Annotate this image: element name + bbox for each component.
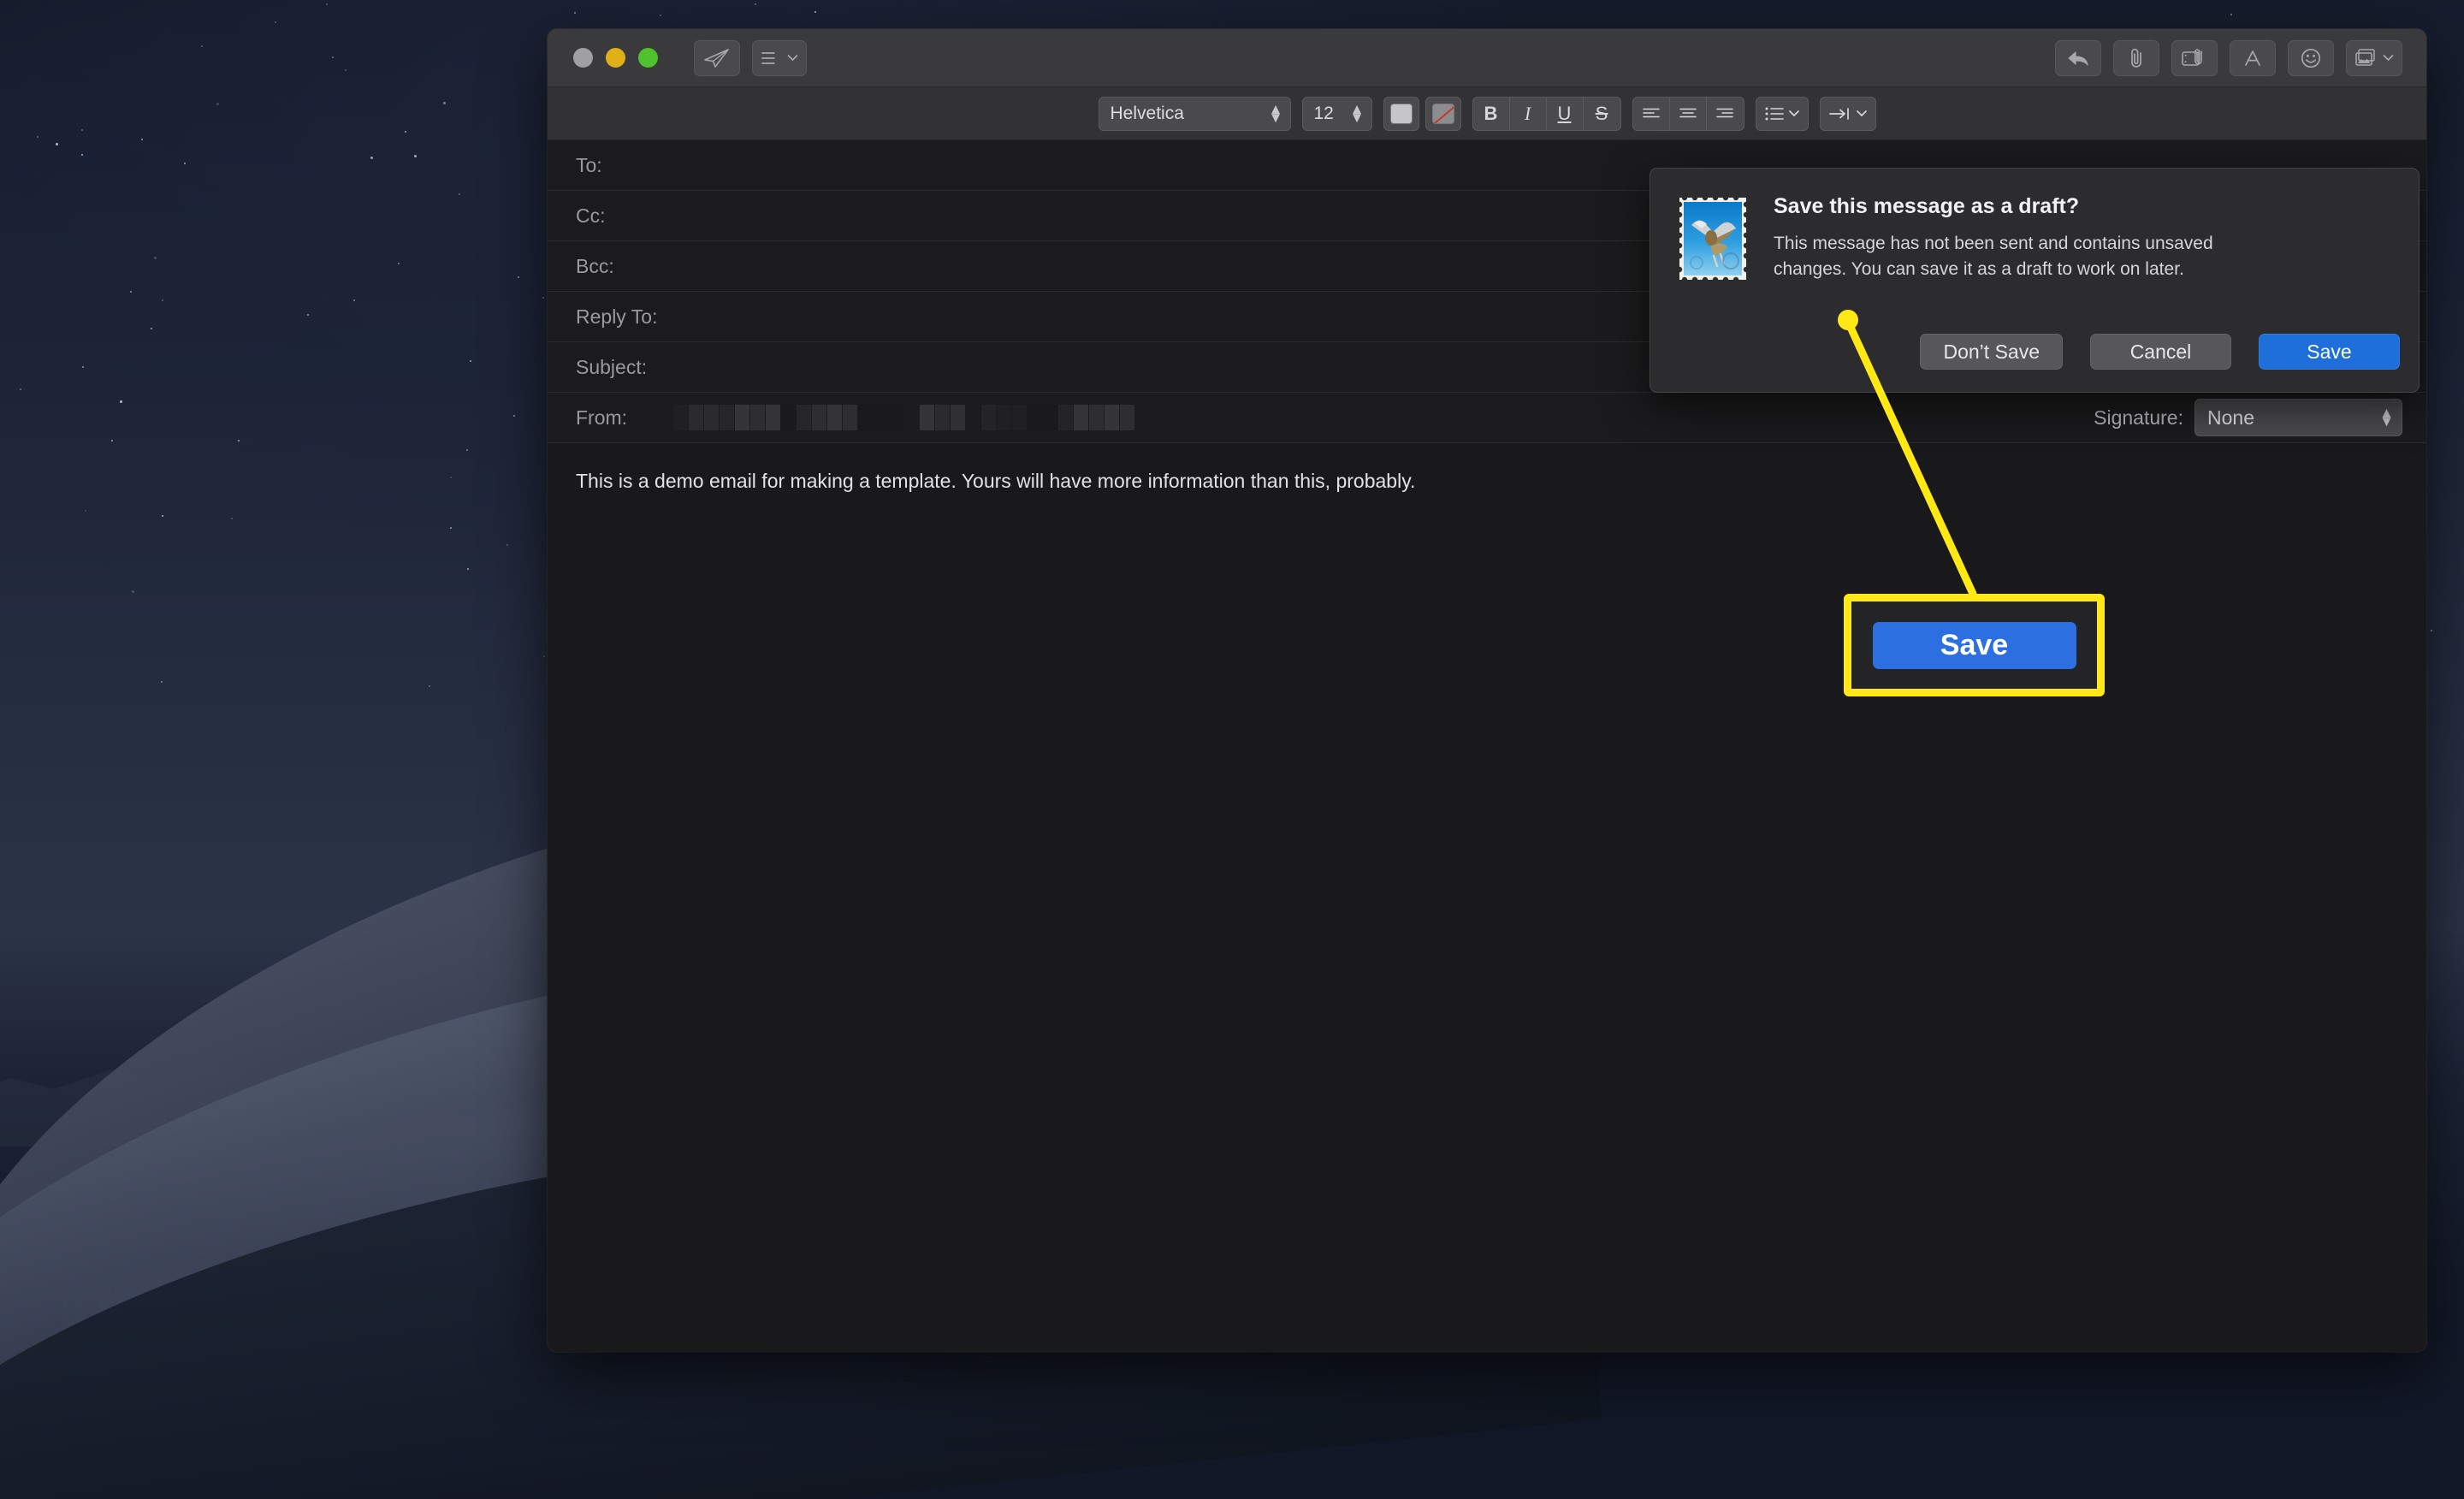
dialog-content: Save this message as a draft? This messa… — [1676, 194, 2393, 283]
chevron-down-icon — [787, 55, 798, 62]
maximize-window-button[interactable] — [638, 48, 658, 68]
font-family-select[interactable]: Helvetica ▲ ▼ — [1098, 96, 1291, 131]
attach-button[interactable] — [2113, 39, 2159, 76]
photo-browser-icon — [2355, 49, 2375, 66]
dont-save-button[interactable]: Don’t Save — [1920, 334, 2063, 370]
dialog-text-block: Save this message as a draft? This messa… — [1774, 194, 2287, 283]
paper-plane-icon — [704, 48, 729, 68]
traffic-light-group — [573, 48, 658, 68]
color-swatch-group — [1383, 96, 1461, 131]
header-fields-button[interactable] — [752, 39, 807, 76]
list-chevron-icon — [761, 51, 775, 64]
signature-select[interactable]: None ▲ ▼ — [2194, 399, 2402, 436]
italic-button[interactable]: I — [1510, 97, 1547, 130]
dialog-message: This message has not been sent and conta… — [1774, 234, 2213, 279]
background-color-button[interactable] — [1424, 96, 1461, 131]
list-style-button[interactable] — [1755, 96, 1809, 131]
minimize-window-button[interactable] — [606, 48, 625, 68]
font-size-value: 12 — [1313, 103, 1334, 123]
smiley-face-icon — [2301, 48, 2321, 68]
chevron-down-icon — [2383, 55, 2394, 62]
chevron-down-icon — [1788, 110, 1799, 117]
cc-label: Cc: — [576, 204, 606, 227]
photo-browser-button[interactable] — [2346, 39, 2402, 76]
callout-inner: Save — [1858, 608, 2090, 682]
letter-a-icon — [2245, 50, 2260, 66]
paperclip-icon — [2131, 48, 2141, 68]
bold-button[interactable]: B — [1473, 97, 1510, 130]
cancel-button[interactable]: Cancel — [2090, 334, 2231, 370]
close-window-button[interactable] — [573, 48, 593, 68]
bulleted-list-icon — [1765, 107, 1784, 120]
markup-attach-icon — [2182, 48, 2202, 66]
alignment-group — [1632, 96, 1744, 131]
save-draft-dialog: Save this message as a draft? This messa… — [1650, 168, 2420, 393]
dialog-title: Save this message as a draft? — [1774, 194, 2080, 218]
align-left-icon — [1642, 108, 1660, 117]
field-row-from[interactable]: From: Signature: None ▲ ▼ — [548, 393, 2426, 443]
bcc-label: Bcc: — [576, 254, 614, 277]
align-right-icon — [1716, 108, 1733, 117]
text-style-group: B I U S — [1472, 96, 1621, 131]
indent-arrow-icon — [1828, 107, 1849, 120]
no-color-swatch-icon — [1431, 103, 1454, 124]
text-color-button[interactable] — [1383, 96, 1419, 131]
callout-save-button[interactable]: Save — [1872, 621, 2076, 669]
align-left-button[interactable] — [1633, 97, 1670, 130]
subject-label: Subject: — [576, 355, 648, 378]
save-button[interactable]: Save — [2259, 334, 2400, 370]
signature-value: None — [2207, 406, 2254, 429]
window-titlebar — [548, 29, 2426, 87]
align-right-button[interactable] — [1707, 98, 1744, 130]
format-toolbar: Helvetica ▲ ▼ 12 ▲ ▼ B I U S — [548, 87, 2426, 140]
emoji-button[interactable] — [2288, 39, 2334, 76]
indent-button[interactable] — [1819, 96, 1876, 131]
signature-label: Signature: — [2094, 406, 2183, 429]
chevron-down-icon — [1856, 110, 1867, 117]
format-button[interactable] — [2230, 39, 2276, 76]
markup-button[interactable] — [2171, 39, 2218, 76]
text-color-swatch-icon — [1389, 103, 1413, 124]
font-size-select[interactable]: 12 ▲ ▼ — [1301, 96, 1372, 131]
reply-arrow-icon — [2068, 50, 2088, 66]
stepper-chevrons-icon: ▲ ▼ — [2379, 405, 2394, 430]
reply-to-label: Reply To: — [576, 305, 658, 328]
font-family-value: Helvetica — [1110, 103, 1184, 123]
strikethrough-button[interactable]: S — [1584, 98, 1620, 130]
stepper-chevrons-icon: ▲ ▼ — [1268, 100, 1283, 126]
mail-compose-window: Helvetica ▲ ▼ 12 ▲ ▼ B I U S To: Cc: Bcc… — [548, 29, 2426, 1352]
from-label: From: — [576, 406, 628, 429]
dialog-button-row: Don’t Save Cancel Save — [1676, 334, 2400, 370]
message-body-area[interactable]: This is a demo email for making a templa… — [548, 443, 2426, 1352]
from-address-redacted — [673, 405, 1134, 430]
signature-group: Signature: None ▲ ▼ — [2094, 399, 2402, 436]
save-button-callout: Save — [1844, 594, 2105, 696]
mail-stamp-icon — [1676, 194, 1750, 283]
toolbar-right-group — [2055, 39, 2402, 76]
undo-button[interactable] — [2055, 39, 2101, 76]
toolbar-left-group — [694, 39, 807, 76]
to-label: To: — [576, 153, 602, 176]
underline-button[interactable]: U — [1547, 97, 1584, 130]
message-body-text: This is a demo email for making a templa… — [576, 470, 1416, 492]
send-button[interactable] — [694, 39, 740, 76]
align-center-icon — [1679, 108, 1697, 117]
stepper-chevrons-icon: ▲ ▼ — [1349, 100, 1365, 126]
align-center-button[interactable] — [1670, 97, 1707, 130]
desktop: Helvetica ▲ ▼ 12 ▲ ▼ B I U S To: Cc: Bcc… — [0, 0, 2464, 1499]
